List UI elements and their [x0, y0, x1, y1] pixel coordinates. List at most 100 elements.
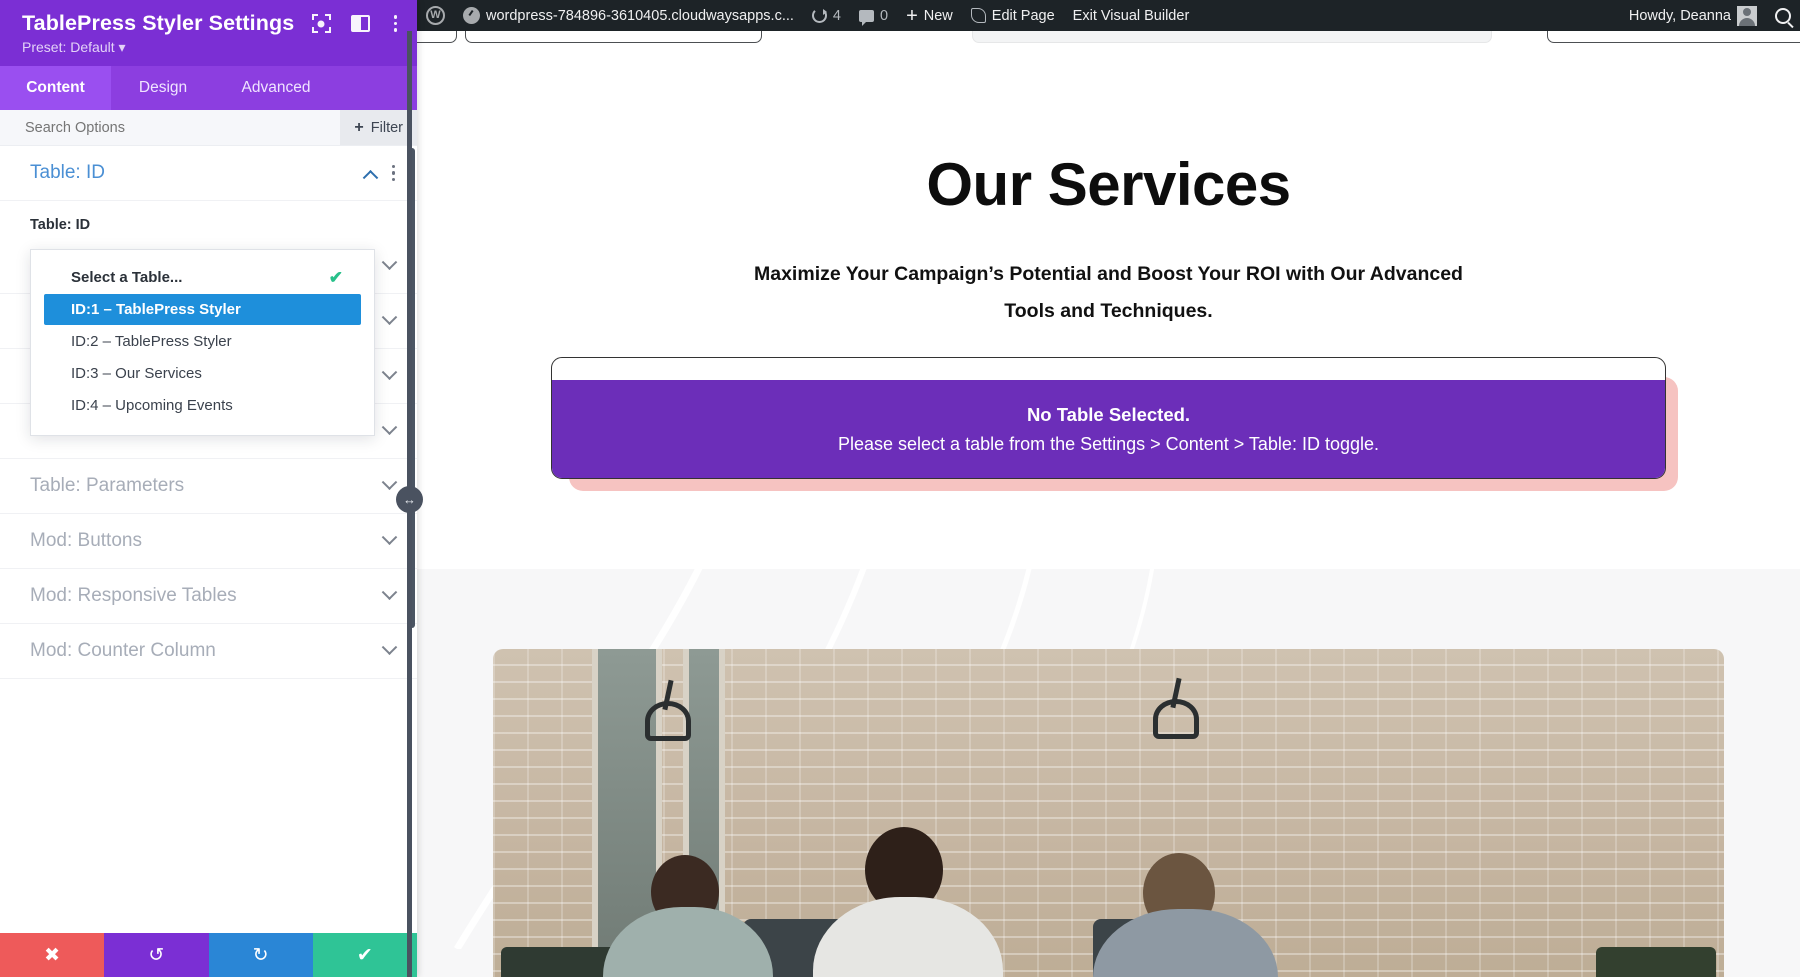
kebab-menu-icon[interactable] [390, 14, 402, 33]
builder-pill-1[interactable] [417, 31, 457, 43]
person-3-body [1093, 909, 1278, 977]
panel-tabs: Content Design Advanced [0, 66, 417, 110]
chevron-down-icon[interactable] [381, 418, 398, 435]
person-2-body [813, 897, 1003, 977]
search-input[interactable] [25, 119, 341, 136]
edit-page-link[interactable]: Edit Page [962, 0, 1064, 31]
site-name-label: wordpress-784896-3610405.cloudwaysapps.c… [486, 7, 794, 24]
plus-icon: + [354, 118, 364, 136]
panel-header: TablePress Styler Settings Preset: Defau… [0, 0, 417, 66]
dropdown-option-label: ID:3 – Our Services [71, 365, 202, 382]
wordpress-logo-icon [426, 6, 445, 25]
site-name-menu[interactable]: wordpress-784896-3610405.cloudwaysapps.c… [454, 0, 803, 31]
dropdown-option-label: ID:1 – TablePress Styler [71, 301, 241, 318]
hero-section: Our Services Maximize Your Campaign’s Po… [417, 57, 1800, 569]
tablepress-styler-settings-panel: TablePress Styler Settings Preset: Defau… [0, 0, 417, 977]
dropdown-option-label: Select a Table... [71, 269, 183, 286]
dropdown-option-id-2[interactable]: ID:2 – TablePress Styler [44, 326, 361, 357]
new-content-menu[interactable]: + New [897, 0, 962, 31]
plus-icon: + [906, 4, 918, 27]
builder-pill-2[interactable] [465, 31, 762, 43]
panel-title: TablePress Styler Settings [22, 11, 295, 35]
close-button[interactable]: ✖ [0, 933, 105, 977]
tab-content[interactable]: Content [0, 66, 111, 110]
table-id-dropdown[interactable]: Select a Table... ✔ ID:1 – TablePress St… [30, 249, 375, 436]
search-button[interactable] [1766, 0, 1800, 31]
dropdown-option-label: ID:2 – TablePress Styler [71, 333, 232, 350]
filter-label: Filter [370, 119, 403, 136]
builder-toolbar-pills [417, 31, 1800, 43]
panel-search-bar: + Filter [0, 110, 417, 146]
wall-lamp-left [645, 701, 691, 741]
page-subtitle: Maximize Your Campaign’s Potential and B… [754, 263, 1463, 323]
chevron-down-icon[interactable] [381, 253, 398, 270]
refresh-icon [811, 8, 827, 23]
wall-lamp-right [1153, 699, 1199, 739]
section-mod-buttons[interactable]: Mod: Buttons [0, 514, 417, 569]
section-mod-responsive-tables[interactable]: Mod: Responsive Tables [0, 569, 417, 624]
notice-title: No Table Selected. [1026, 403, 1191, 425]
page-preview-canvas: Our Services Maximize Your Campaign’s Po… [417, 31, 1800, 977]
dropdown-option-id-1[interactable]: ID:1 – TablePress Styler [44, 294, 361, 325]
chevron-down-icon[interactable] [381, 363, 398, 380]
edit-page-label: Edit Page [991, 7, 1055, 24]
exit-visual-builder-label: Exit Visual Builder [1072, 7, 1190, 24]
comments-count: 0 [880, 7, 889, 24]
chevron-up-icon[interactable] [362, 169, 378, 186]
builder-pill-3[interactable] [972, 31, 1492, 43]
howdy-label: Howdy, Deanna [1628, 7, 1731, 24]
target-icon[interactable] [311, 14, 331, 33]
check-icon: ✔ [328, 267, 343, 287]
section-label: Mod: Buttons [30, 530, 142, 551]
comments-menu[interactable]: 0 [850, 0, 897, 31]
photo-section [417, 569, 1800, 977]
preset-selector[interactable]: Preset: Default ▾ [22, 39, 401, 56]
avatar [1737, 5, 1757, 26]
section-table-parameters[interactable]: Table: Parameters [0, 459, 417, 514]
chevron-down-icon[interactable] [381, 528, 398, 545]
kebab-menu-icon[interactable] [391, 164, 395, 182]
chevron-down-icon[interactable] [381, 583, 398, 600]
tab-design[interactable]: Design [111, 66, 215, 110]
comment-icon [859, 9, 874, 26]
builder-pill-4[interactable] [1547, 31, 1800, 43]
tab-advanced[interactable]: Advanced [215, 66, 337, 110]
chevron-down-icon[interactable] [381, 473, 398, 490]
panel-resize-handle[interactable]: ↔ [396, 486, 423, 513]
notice-text: Please select a table from the Settings … [838, 433, 1379, 454]
field-label-table-id: Table: ID [30, 217, 91, 233]
panel-resizer[interactable]: ↔ [396, 31, 423, 977]
filter-button[interactable]: + Filter [340, 110, 417, 145]
notice-card: No Table Selected. Please select a table… [551, 357, 1666, 479]
save-button[interactable]: ✔ [312, 933, 417, 977]
dropdown-option-label: ID:4 – Upcoming Events [71, 397, 233, 414]
section-label: Mod: Responsive Tables [30, 585, 237, 606]
search-icon [1775, 7, 1791, 24]
panel-sections-scroll[interactable]: Table: ID Table: ID Table: Setup Table: … [0, 146, 417, 933]
no-table-notice: No Table Selected. Please select a table… [551, 357, 1678, 491]
chevron-down-icon[interactable] [381, 308, 398, 325]
new-label: New [923, 7, 953, 24]
section-table-id-label: Table: ID [30, 162, 105, 183]
chevron-down-icon[interactable] [381, 638, 398, 655]
section-table-id[interactable]: Table: ID [0, 146, 417, 201]
section-label: Table: Parameters [30, 475, 185, 496]
panel-footer: ✖ ↺ ↻ ✔ [0, 933, 417, 977]
account-menu[interactable]: Howdy, Deanna [1620, 0, 1766, 31]
exit-visual-builder-link[interactable]: Exit Visual Builder [1064, 0, 1199, 31]
dashboard-icon [463, 7, 480, 24]
redo-button[interactable]: ↻ [208, 933, 313, 977]
pencil-icon [970, 8, 986, 23]
wp-admin-bar: wordpress-784896-3610405.cloudwaysapps.c… [417, 0, 1800, 31]
dropdown-option-select-a-table[interactable]: Select a Table... ✔ [44, 262, 361, 293]
dropdown-option-id-3[interactable]: ID:3 – Our Services [44, 358, 361, 389]
updates-menu[interactable]: 4 [803, 0, 850, 31]
wp-logo-menu[interactable] [417, 0, 454, 31]
section-mod-counter-column[interactable]: Mod: Counter Column [0, 624, 417, 679]
updates-count: 4 [832, 7, 841, 24]
layout-icon[interactable] [350, 15, 370, 32]
dropdown-option-id-4[interactable]: ID:4 – Upcoming Events [44, 390, 361, 421]
notice-body: No Table Selected. Please select a table… [552, 380, 1665, 478]
section-label: Mod: Counter Column [30, 640, 216, 661]
undo-button[interactable]: ↺ [104, 933, 209, 977]
